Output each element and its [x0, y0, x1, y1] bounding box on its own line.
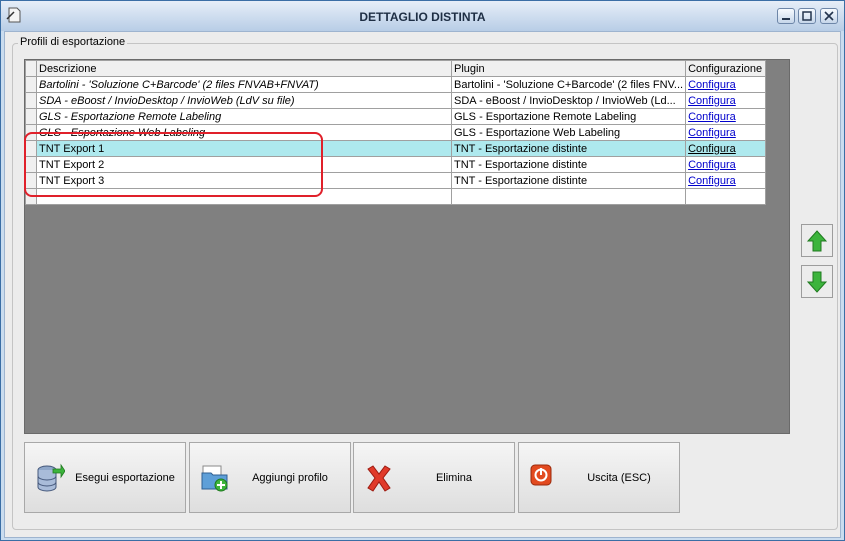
cell-descrizione[interactable]: GLS - Esportazione Remote Labeling	[36, 108, 452, 125]
power-icon	[530, 464, 552, 486]
row-indicator[interactable]	[25, 188, 37, 205]
esegui-esportazione-button[interactable]: Esegui esportazione	[24, 442, 186, 513]
cell-plugin[interactable]: GLS - Esportazione Remote Labeling	[450, 108, 687, 125]
move-down-button[interactable]	[801, 265, 833, 298]
new-row[interactable]	[25, 188, 767, 205]
uscita-button[interactable]: Uscita (ESC)	[518, 442, 680, 513]
close-button[interactable]	[820, 8, 838, 24]
configura-link[interactable]: Configura	[688, 159, 736, 171]
cell-plugin[interactable]: SDA - eBoost / InvioDesktop / InvioWeb (…	[450, 92, 687, 109]
cell-plugin[interactable]	[450, 188, 687, 205]
cell-descrizione[interactable]: SDA - eBoost / InvioDesktop / InvioWeb (…	[36, 92, 452, 109]
cell-plugin[interactable]: TNT - Esportazione distinte	[450, 140, 687, 157]
group-label: Profili di esportazione	[18, 36, 128, 48]
esegui-esportazione-label: Esegui esportazione	[75, 472, 175, 484]
database-export-icon	[37, 463, 65, 492]
row-indicator[interactable]	[25, 172, 37, 189]
elimina-label: Elimina	[435, 472, 473, 484]
uscita-label: Uscita (ESC)	[587, 472, 651, 484]
cell-descrizione[interactable]: TNT Export 3	[36, 172, 452, 189]
row-indicator-header	[25, 60, 37, 77]
cell-descrizione[interactable]: TNT Export 2	[36, 156, 452, 173]
elimina-button[interactable]: Elimina	[353, 442, 515, 513]
configura-link[interactable]: Configura	[688, 127, 736, 139]
row-indicator[interactable]	[25, 124, 37, 141]
profiles-table: Descrizione Plugin Configurazione Bartol…	[25, 60, 767, 205]
table-row[interactable]: TNT Export 3 TNT - Esportazione distinte…	[25, 172, 767, 189]
arrow-down-icon	[807, 271, 827, 293]
row-indicator[interactable]	[25, 140, 37, 157]
configura-link[interactable]: Configura	[688, 143, 736, 155]
cell-descrizione[interactable]: Bartolini - 'Soluzione C+Barcode' (2 fil…	[36, 76, 452, 93]
table-row[interactable]: SDA - eBoost / InvioDesktop / InvioWeb (…	[25, 92, 767, 109]
minimize-button[interactable]	[777, 8, 795, 24]
column-header-descrizione[interactable]: Descrizione	[36, 60, 452, 77]
table-row-selected[interactable]: TNT Export 1 TNT - Esportazione distinte…	[25, 140, 767, 157]
arrow-up-icon	[807, 230, 827, 252]
profiles-grid[interactable]: Descrizione Plugin Configurazione Bartol…	[24, 59, 790, 434]
close-icon	[824, 11, 834, 21]
red-x-icon	[367, 465, 391, 492]
configura-link[interactable]: Configura	[688, 175, 736, 187]
row-indicator[interactable]	[25, 108, 37, 125]
minimize-icon	[782, 18, 790, 20]
cell-plugin[interactable]: TNT - Esportazione distinte	[450, 172, 687, 189]
cell-descrizione[interactable]	[36, 188, 452, 205]
header-row: Descrizione Plugin Configurazione	[25, 60, 767, 77]
window-title: DETTAGLIO DISTINTA	[359, 10, 486, 24]
configura-link[interactable]: Configura	[688, 95, 736, 107]
cell-descrizione[interactable]: TNT Export 1	[36, 140, 452, 157]
table-row[interactable]: TNT Export 2 TNT - Esportazione distinte…	[25, 156, 767, 173]
column-header-configurazione[interactable]: Configurazione	[685, 60, 767, 77]
folder-add-icon	[201, 465, 228, 492]
configura-link[interactable]: Configura	[688, 111, 736, 123]
table-row[interactable]: Bartolini - 'Soluzione C+Barcode' (2 fil…	[25, 76, 767, 93]
aggiungi-profilo-label: Aggiungi profilo	[252, 472, 328, 484]
cell-plugin[interactable]: TNT - Esportazione distinte	[450, 156, 687, 173]
configura-link[interactable]: Configura	[688, 79, 736, 91]
row-indicator[interactable]	[25, 76, 37, 93]
aggiungi-profilo-button[interactable]: Aggiungi profilo	[189, 442, 351, 513]
cell-plugin[interactable]: GLS - Esportazione Web Labeling	[450, 124, 687, 141]
table-row[interactable]: GLS - Esportazione Web Labeling GLS - Es…	[25, 124, 767, 141]
move-up-button[interactable]	[801, 224, 833, 257]
column-header-plugin[interactable]: Plugin	[450, 60, 687, 77]
row-indicator[interactable]	[25, 156, 37, 173]
cell-plugin[interactable]: Bartolini - 'Soluzione C+Barcode' (2 fil…	[450, 76, 687, 93]
maximize-button[interactable]	[798, 8, 816, 24]
table-row[interactable]: GLS - Esportazione Remote Labeling GLS -…	[25, 108, 767, 125]
title-bar[interactable]: DETTAGLIO DISTINTA	[1, 1, 844, 31]
row-indicator[interactable]	[25, 92, 37, 109]
maximize-icon	[802, 11, 812, 21]
cell-configurazione[interactable]	[685, 188, 767, 205]
cell-descrizione[interactable]: GLS - Esportazione Web Labeling	[36, 124, 452, 141]
